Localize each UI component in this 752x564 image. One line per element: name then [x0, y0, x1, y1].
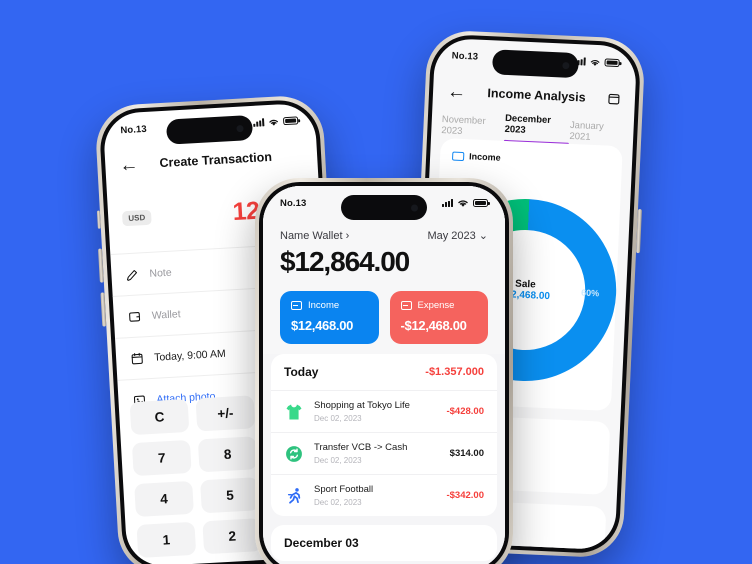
- transaction-amount: -$428.00: [446, 406, 484, 417]
- calendar-icon: [131, 352, 143, 364]
- page-title: Income Analysis: [487, 86, 586, 105]
- key-2[interactable]: 2: [202, 518, 263, 555]
- center-phone-mockup: No.13 Name Wallet › May 2023 ⌄ $12,864.0…: [255, 178, 513, 564]
- chart-legend-label: Income: [468, 151, 501, 163]
- transaction-name: Transfer VCB -> Cash: [314, 442, 408, 453]
- signal-icon: [442, 199, 453, 207]
- chevron-down-icon: ⌄: [478, 230, 488, 242]
- key-clear[interactable]: C: [129, 398, 190, 436]
- table-row[interactable]: Shopping at Tokyo Life Dec 02, 2023 -$42…: [271, 390, 497, 432]
- carrier-label: No.13: [280, 197, 307, 209]
- expense-label: Expense: [417, 300, 455, 311]
- donut-center-title: Sale: [514, 278, 536, 291]
- tab-december-2023[interactable]: December 2023: [504, 113, 570, 145]
- table-row[interactable]: Transfer VCB -> Cash Dec 02, 2023 $314.0…: [271, 432, 497, 474]
- wifi-icon: [269, 119, 279, 126]
- transaction-name: Sport Football: [314, 484, 374, 495]
- key-8[interactable]: 8: [197, 436, 258, 473]
- currency-badge[interactable]: USD: [121, 209, 152, 226]
- table-row[interactable]: Sport Football Dec 02, 2023 -$342.00: [271, 474, 497, 516]
- power-button[interactable]: [635, 209, 642, 254]
- mute-switch[interactable]: [96, 210, 101, 229]
- donut-segment-percent: 60%: [580, 287, 600, 299]
- section-title: Today: [284, 365, 319, 379]
- transaction-date: Dec 02, 2023: [314, 498, 362, 507]
- dynamic-island: [341, 195, 427, 220]
- month-label: May 2023: [427, 229, 476, 242]
- pencil-icon: [126, 269, 137, 281]
- wifi-icon: [458, 200, 468, 207]
- income-card[interactable]: Income $12,468.00: [280, 291, 379, 344]
- calendar-icon[interactable]: [607, 92, 622, 107]
- wifi-icon: [590, 59, 600, 66]
- month-selector[interactable]: May 2023 ⌄: [427, 229, 488, 243]
- transaction-amount: $314.00: [449, 448, 484, 459]
- center-phone-screen: No.13 Name Wallet › May 2023 ⌄ $12,864.0…: [263, 186, 505, 564]
- battery-icon: [473, 199, 490, 207]
- income-label: Income: [308, 300, 340, 311]
- wallet-selector[interactable]: Name Wallet ›: [280, 230, 349, 242]
- transaction-list: Today -$1.357.000 Shopping at Tokyo Life…: [271, 354, 497, 564]
- section-december-03: December 03: [271, 525, 497, 561]
- poster-canvas: No.13 ← Create Transaction USD Note Wall…: [0, 0, 752, 564]
- carrier-label: No.13: [451, 49, 479, 63]
- card-icon: [452, 151, 465, 161]
- signal-icon: [253, 118, 265, 127]
- chart-legend-income: Income: [452, 151, 610, 168]
- chevron-right-icon: ›: [345, 229, 350, 242]
- balance-amount: $12,864.00: [280, 246, 410, 277]
- dynamic-island: [491, 49, 579, 79]
- expense-card[interactable]: Expense -$12,468.00: [389, 291, 488, 344]
- section-today: Today -$1.357.000 Shopping at Tokyo Life…: [271, 354, 497, 516]
- section-title: December 03: [284, 536, 359, 550]
- transaction-date: Dec 02, 2023: [314, 456, 362, 465]
- running-icon: [288, 487, 301, 504]
- summary-cards: Income $12,468.00 Expense -$12,468.00: [280, 291, 488, 344]
- battery-icon: [282, 116, 299, 126]
- tab-november-2023[interactable]: November 2023: [441, 114, 505, 139]
- wallet-icon: [129, 311, 141, 322]
- transaction-date: Dec 02, 2023: [314, 414, 362, 423]
- section-total: -$1.357.000: [425, 366, 484, 378]
- key-7[interactable]: 7: [131, 439, 192, 477]
- key-5[interactable]: 5: [200, 477, 260, 514]
- card-icon: [400, 301, 412, 310]
- carrier-label: No.13: [120, 123, 148, 136]
- key-1[interactable]: 1: [136, 521, 197, 558]
- arrow-left-icon[interactable]: ←: [447, 81, 467, 103]
- wallet-name: Name Wallet: [280, 229, 343, 242]
- tshirt-icon: [286, 404, 302, 419]
- dynamic-island: [165, 114, 254, 145]
- wallet-header: Name Wallet › May 2023 ⌄ $12,864.00 Inco…: [263, 220, 505, 344]
- tab-january-2021[interactable]: January 2021: [569, 119, 624, 143]
- transaction-name: Shopping at Tokyo Life: [314, 400, 410, 411]
- transfer-icon: [286, 445, 302, 462]
- income-value: $12,468.00: [291, 318, 354, 333]
- battery-icon: [604, 58, 620, 68]
- page-title: Create Transaction: [159, 149, 273, 171]
- volume-down-button[interactable]: [100, 292, 107, 327]
- key-4[interactable]: 4: [134, 480, 194, 518]
- key-sign[interactable]: +/-: [195, 395, 256, 432]
- transaction-amount: -$342.00: [446, 490, 484, 501]
- card-icon: [291, 301, 302, 310]
- volume-up-button[interactable]: [97, 248, 104, 283]
- expense-value: -$12,468.00: [400, 318, 467, 333]
